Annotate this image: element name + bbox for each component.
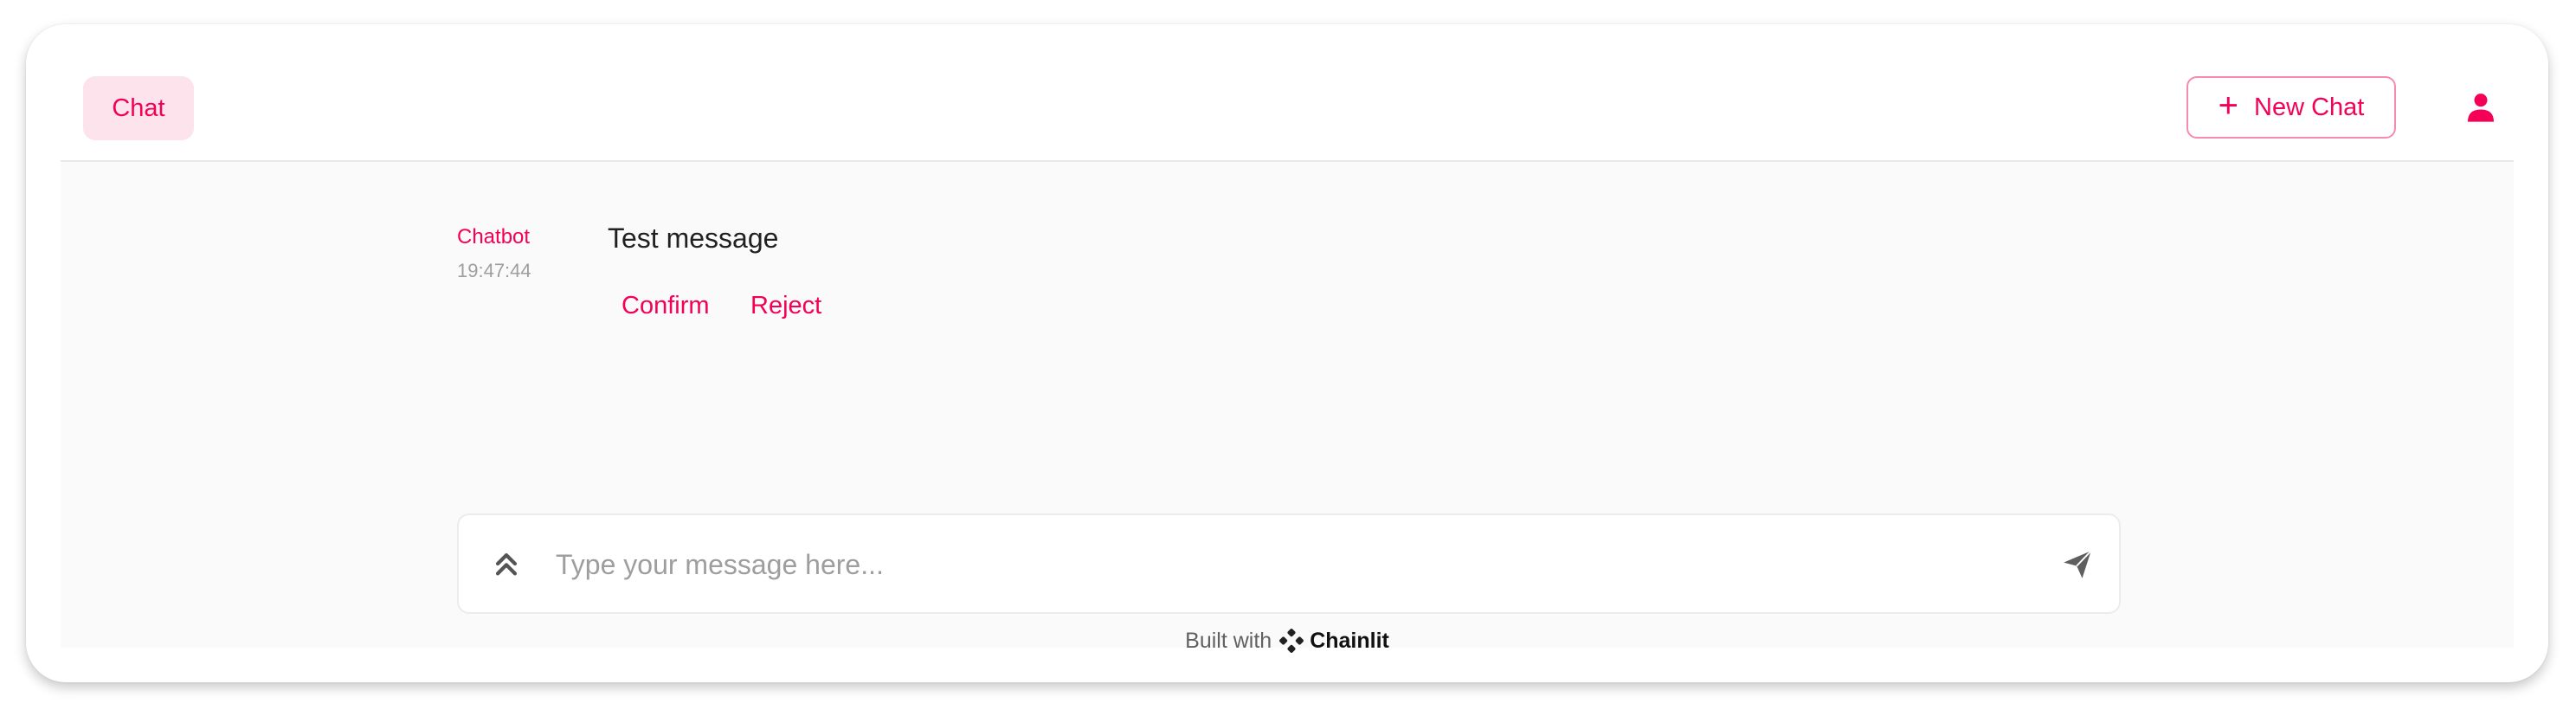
chevrons-up-icon[interactable] <box>492 548 521 579</box>
send-icon[interactable] <box>2060 548 2095 581</box>
message-author: Chatbot <box>457 225 531 248</box>
new-chat-label: New Chat <box>2254 93 2365 121</box>
plus-icon: + <box>2218 87 2239 125</box>
tab-chat-label: Chat <box>112 94 165 122</box>
new-chat-button[interactable]: + New Chat <box>2186 76 2396 139</box>
tab-chat[interactable]: Chat <box>83 76 194 140</box>
app-window: Chat + New Chat Chatbot 19:47:44 Test me… <box>26 24 2548 682</box>
header: Chat + New Chat <box>61 24 2514 162</box>
footer: Built with Chainlit <box>61 628 2514 654</box>
chat-area: Chatbot 19:47:44 Test message Confirm Re… <box>61 162 2514 653</box>
confirm-action-button[interactable]: Confirm <box>618 292 713 320</box>
message-input[interactable] <box>554 539 2029 590</box>
chainlit-brand-label: Chainlit <box>1310 628 1389 653</box>
built-with-text: Built with <box>1185 628 1272 653</box>
chainlit-brand-link[interactable]: Chainlit <box>1278 628 1389 654</box>
user-icon[interactable] <box>2463 90 2498 125</box>
message-text: Test message <box>608 223 779 254</box>
reject-action-button[interactable]: Reject <box>747 292 825 320</box>
chainlit-logo-icon <box>1279 629 1304 653</box>
message-composer <box>457 513 2121 614</box>
message-timestamp: 19:47:44 <box>457 260 531 281</box>
